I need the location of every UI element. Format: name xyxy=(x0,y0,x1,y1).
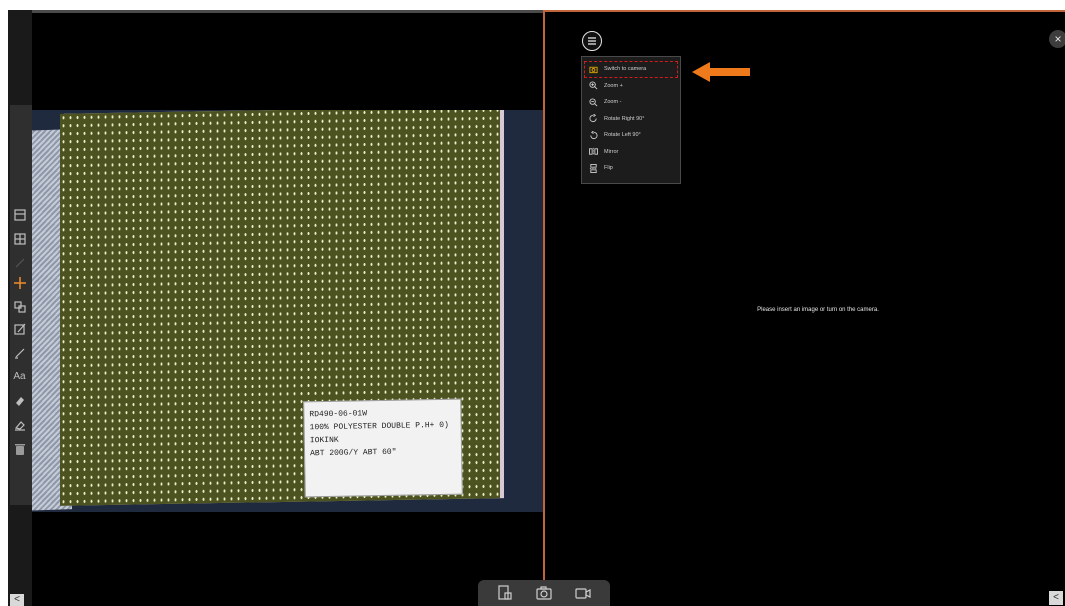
text-tool[interactable]: Aa xyxy=(11,368,28,385)
pen-icon[interactable] xyxy=(11,344,28,361)
rotate-left-icon xyxy=(588,130,598,140)
grid-icon[interactable] xyxy=(11,230,28,247)
line-icon[interactable] xyxy=(11,254,28,271)
tool-rail: Aa < xyxy=(8,10,32,606)
bottom-toolbar xyxy=(478,580,610,606)
highlighter-icon[interactable] xyxy=(11,392,28,409)
eraser-icon[interactable] xyxy=(11,416,28,433)
fabric-photo: RD490-06-01W 100% POLYESTER DOUBLE P.H+ … xyxy=(32,110,543,512)
trash-icon[interactable] xyxy=(11,440,28,457)
caption-strip xyxy=(0,0,1065,10)
menu-item-switch-to-camera[interactable]: Switch to camera xyxy=(584,61,678,78)
callout-arrow-icon xyxy=(692,62,750,82)
split-divider[interactable] xyxy=(543,10,545,606)
note-icon[interactable] xyxy=(11,320,28,337)
menu-item-label: Flip xyxy=(604,165,613,172)
right-pane-topbar xyxy=(543,10,1065,12)
menu-item-zoom-out[interactable]: Zoom - xyxy=(582,94,680,111)
square-icon[interactable] xyxy=(11,206,28,223)
flip-icon xyxy=(588,163,598,173)
mirror-icon xyxy=(588,147,598,157)
scroll-right-button[interactable]: < xyxy=(1049,591,1063,605)
camera-icon xyxy=(588,64,598,74)
label-line: 100% POLYESTER DOUBLE P.H+ 0) xyxy=(309,420,449,433)
camera-icon[interactable] xyxy=(533,583,555,603)
empty-pane-message: Please insert an image or turn on the ca… xyxy=(757,307,879,313)
crop-icon[interactable] xyxy=(11,298,28,315)
close-button[interactable]: × xyxy=(1049,30,1065,48)
context-menu: Switch to camera Zoom + Zoom - Rotate Ri… xyxy=(581,56,681,184)
pointer-icon[interactable] xyxy=(11,274,28,291)
menu-item-label: Zoom + xyxy=(604,82,623,89)
menu-item-label: Rotate Left 90° xyxy=(604,132,641,139)
label-line: ABT 200G/Y ABT 60" xyxy=(310,447,397,459)
menu-item-label: Rotate Right 90° xyxy=(604,115,645,122)
menu-item-rotate-left[interactable]: Rotate Left 90° xyxy=(582,127,680,144)
menu-item-flip[interactable]: Flip xyxy=(582,160,680,177)
menu-item-mirror[interactable]: Mirror xyxy=(582,144,680,161)
scroll-left-button[interactable]: < xyxy=(10,594,24,606)
import-image-icon[interactable] xyxy=(494,583,516,603)
fabric-label-tag: RD490-06-01W 100% POLYESTER DOUBLE P.H+ … xyxy=(303,398,463,498)
menu-item-label: Mirror xyxy=(604,148,619,155)
zoom-out-icon xyxy=(588,97,598,107)
menu-toggle-button[interactable] xyxy=(582,31,602,51)
menu-item-zoom-in[interactable]: Zoom + xyxy=(582,78,680,95)
menu-item-label: Switch to camera xyxy=(604,66,647,73)
menu-item-rotate-right[interactable]: Rotate Right 90° xyxy=(582,111,680,128)
left-pane-topbar xyxy=(8,10,543,13)
menu-item-label: Zoom - xyxy=(604,99,622,106)
zoom-in-icon xyxy=(588,81,598,91)
rotate-right-icon xyxy=(588,114,598,124)
app-window: Aa < RD490-06-01W 100% POLYESTER DOUBLE … xyxy=(8,10,1065,606)
video-icon[interactable] xyxy=(572,583,594,603)
